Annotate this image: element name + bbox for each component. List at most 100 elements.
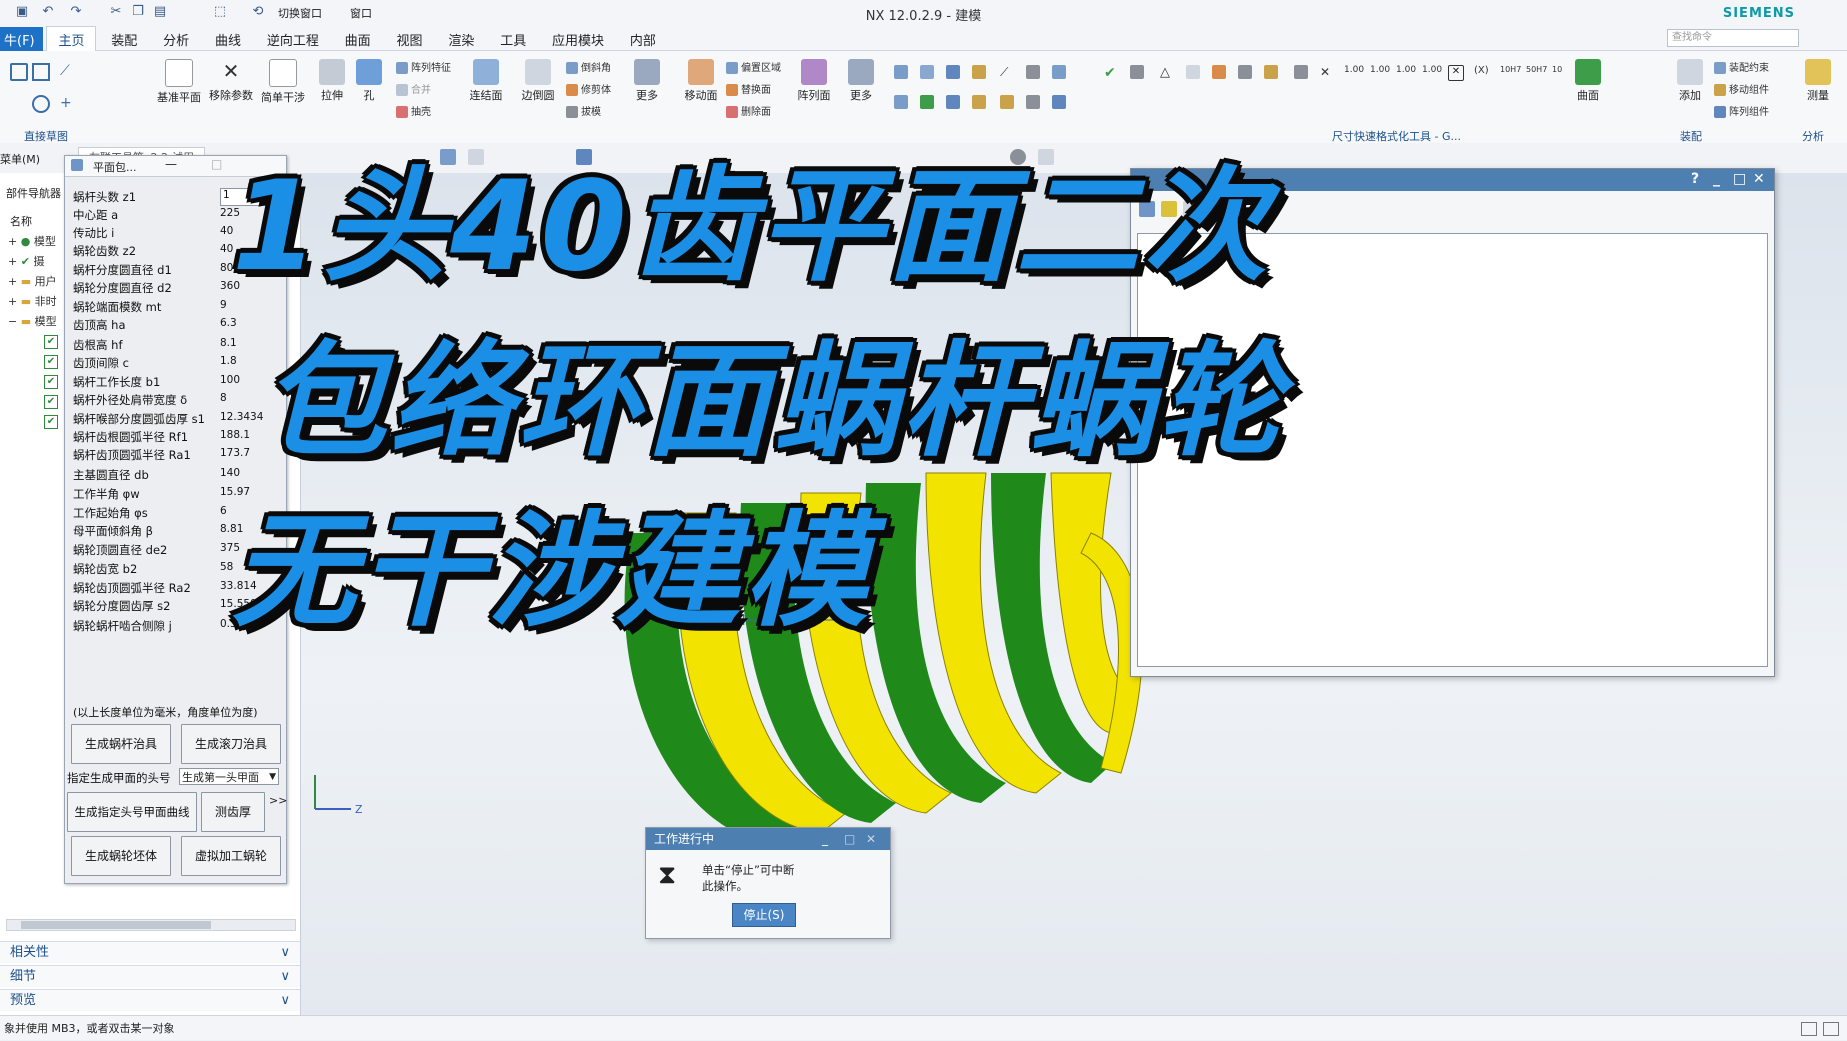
ribbon-tool-icon[interactable] xyxy=(972,65,986,79)
chamfer-button[interactable]: 倒斜角 xyxy=(566,59,611,74)
replace-face-button[interactable]: 替换面 xyxy=(726,81,771,96)
tree-item-non-timestamp[interactable]: + ▬ 非时 xyxy=(8,293,57,309)
paren-cross-icon[interactable]: (X) xyxy=(1474,65,1489,79)
menu-button[interactable]: 菜单(M) xyxy=(0,151,40,167)
minimize-icon[interactable]: _ xyxy=(822,828,828,850)
tab-analysis[interactable]: 分析 xyxy=(152,27,200,52)
virtual-machining-button[interactable]: 虚拟加工蜗轮 xyxy=(181,836,281,876)
ribbon-tool-icon[interactable] xyxy=(1052,65,1066,79)
command-search-input[interactable]: 查找命令 xyxy=(1667,29,1799,47)
delete-face-button[interactable]: 删除面 xyxy=(726,103,771,118)
tree-item-user[interactable]: + ▬ 用户 xyxy=(8,273,57,289)
ribbon-tool-icon[interactable] xyxy=(1212,65,1226,79)
fit-icon[interactable]: 10 xyxy=(1552,65,1566,79)
pattern-face-button[interactable]: 阵列面 xyxy=(794,59,834,103)
ribbon-tool-icon[interactable] xyxy=(1238,65,1252,79)
status-icon[interactable] xyxy=(1801,1022,1817,1036)
tab-render[interactable]: 渲染 xyxy=(437,27,485,52)
line-icon[interactable]: ⟋ xyxy=(60,63,74,79)
feature-checkbox[interactable]: ✔ xyxy=(44,395,58,409)
feature-checkbox[interactable]: ✔ xyxy=(44,415,58,429)
generate-blank-button[interactable]: 生成蜗轮坯体 xyxy=(71,836,171,876)
simple-interference-button[interactable]: 简单干涉 xyxy=(258,59,308,105)
ribbon-tool-icon[interactable] xyxy=(894,65,908,79)
ribbon-tool-icon[interactable] xyxy=(946,95,960,109)
hole-button[interactable]: 孔 xyxy=(354,59,384,103)
section-details[interactable]: 细节 ∨ xyxy=(0,965,300,987)
tab-application[interactable]: 应用模块 xyxy=(541,27,615,52)
array-feature-button[interactable]: 阵列特征 xyxy=(396,59,451,74)
ribbon-tool-icon[interactable] xyxy=(894,95,908,109)
more-button-2[interactable]: 更多 xyxy=(844,59,878,103)
status-icon[interactable] xyxy=(1823,1022,1839,1036)
close-icon[interactable]: ✕ xyxy=(1753,171,1765,187)
measure-button[interactable]: 测量 xyxy=(1800,59,1836,103)
tab-surface[interactable]: 曲面 xyxy=(334,27,382,52)
sketch-icon[interactable] xyxy=(10,63,28,81)
head-number-select[interactable]: 生成第一头甲面 ▼ xyxy=(179,768,279,785)
tolerance-icon[interactable]: 1.00 xyxy=(1370,65,1390,79)
close-icon[interactable]: ✕ xyxy=(866,828,876,850)
navigator-scrollbar[interactable] xyxy=(6,919,296,931)
add-button[interactable]: 添加 xyxy=(1672,59,1708,103)
surface-button[interactable]: 曲面 xyxy=(1570,59,1606,103)
tab-home[interactable]: 主页 xyxy=(46,26,97,52)
generate-curve-button[interactable]: 生成指定头号甲面曲线 xyxy=(67,792,197,832)
plus-icon[interactable]: + xyxy=(60,95,74,111)
shell-button[interactable]: 抽壳 xyxy=(396,103,431,118)
file-menu[interactable]: 牛(F) xyxy=(0,27,43,52)
ribbon-tool-icon[interactable] xyxy=(1026,95,1040,109)
tab-internal[interactable]: 内部 xyxy=(619,27,667,52)
draft-button[interactable]: 拔模 xyxy=(566,103,601,118)
remove-parameters-button[interactable]: ✕ 移除参数 xyxy=(206,59,256,103)
ribbon-tool-icon[interactable]: ⟋ xyxy=(1000,65,1014,79)
fit-icon[interactable]: 50H7 xyxy=(1526,65,1547,79)
maximize-icon[interactable]: □ xyxy=(844,828,855,850)
move-component-button[interactable]: 移动组件 xyxy=(1714,81,1769,96)
tab-tools[interactable]: 工具 xyxy=(489,27,537,52)
datum-plane-button[interactable]: 基准平面 xyxy=(154,59,204,105)
feature-checkbox[interactable]: ✔ xyxy=(44,375,58,389)
section-preview[interactable]: 预览 ∨ xyxy=(0,989,300,1011)
tab-view[interactable]: 视图 xyxy=(386,27,434,52)
ribbon-tool-icon[interactable] xyxy=(1026,65,1040,79)
feature-checkbox[interactable]: ✔ xyxy=(44,335,58,349)
ribbon-tool-icon[interactable] xyxy=(920,95,934,109)
tree-item-model-history[interactable]: − ▬ 模型 xyxy=(8,313,57,329)
ribbon-tool-icon[interactable] xyxy=(946,65,960,79)
ribbon-tool-icon[interactable] xyxy=(1294,65,1308,79)
fit-icon[interactable]: 10H7 xyxy=(1500,65,1521,79)
tree-item-camera[interactable]: + ✔ 摄 xyxy=(8,253,44,269)
tolerance-icon[interactable]: 1.00 xyxy=(1422,65,1442,79)
tab-assembly[interactable]: 装配 xyxy=(100,27,148,52)
maximize-icon[interactable]: □ xyxy=(1733,171,1746,187)
ribbon-tool-icon[interactable] xyxy=(1000,95,1014,109)
ribbon-tool-icon[interactable] xyxy=(1186,65,1200,79)
cross-icon[interactable]: ✕ xyxy=(1320,65,1334,79)
panel-maximize-icon[interactable]: □ xyxy=(211,157,222,171)
extrude-button[interactable]: 拉伸 xyxy=(312,59,352,103)
help-icon[interactable]: ? xyxy=(1691,171,1699,187)
assembly-constraint-button[interactable]: 装配约束 xyxy=(1714,59,1769,74)
tab-curve[interactable]: 曲线 xyxy=(204,27,252,52)
move-face-button[interactable]: 移动面 xyxy=(680,59,722,103)
ribbon-tool-icon[interactable] xyxy=(1052,95,1066,109)
section-dependencies[interactable]: 相关性 ∨ xyxy=(0,941,300,963)
trim-body-button[interactable]: 修剪体 xyxy=(566,81,611,96)
tab-reverse-engineering[interactable]: 逆向工程 xyxy=(256,27,330,52)
stop-button[interactable]: 停止(S) xyxy=(732,903,796,927)
tree-item-model[interactable]: + ● 模型 xyxy=(8,233,56,249)
ribbon-tool-icon[interactable] xyxy=(1130,65,1144,79)
array-component-button[interactable]: 阵列组件 xyxy=(1714,103,1769,118)
circle-icon[interactable] xyxy=(32,95,50,113)
ribbon-tool-icon[interactable] xyxy=(920,65,934,79)
edge-blend-button[interactable]: 边倒圆 xyxy=(516,59,560,103)
more-button-1[interactable]: 更多 xyxy=(630,59,664,103)
feature-checkbox[interactable]: ✔ xyxy=(44,355,58,369)
ribbon-tool-icon[interactable] xyxy=(1264,65,1278,79)
minimize-icon[interactable]: _ xyxy=(1713,171,1720,187)
measure-thickness-button[interactable]: 测齿厚 xyxy=(201,792,265,832)
merge-button[interactable]: 合并 xyxy=(396,81,431,96)
rectangle-icon[interactable] xyxy=(32,63,50,81)
tolerance-icon[interactable]: 1.00 xyxy=(1344,65,1364,79)
